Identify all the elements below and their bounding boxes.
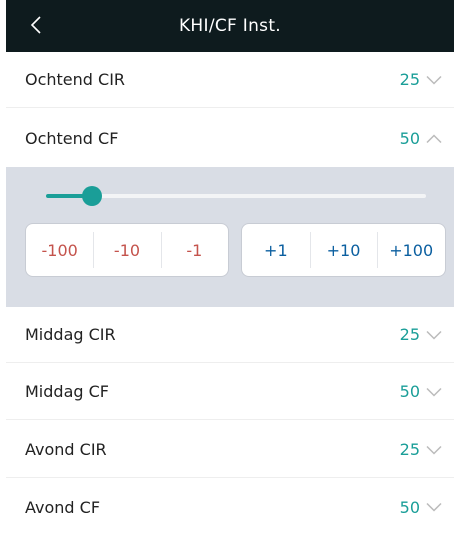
value-adjust-panel: -100 -10 -1 +1 +10 +100 <box>6 167 454 307</box>
slider-track <box>46 194 426 198</box>
setting-row-middag-cir[interactable]: Middag CIR 25 <box>6 307 454 363</box>
increment-100-button[interactable]: +100 <box>377 224 445 276</box>
setting-value: 50 <box>399 497 420 517</box>
chevron-left-icon <box>30 16 41 34</box>
title-bar: KHI/CF Inst. <box>6 0 454 52</box>
decrement-100-button[interactable]: -100 <box>26 224 93 276</box>
increment-1-button[interactable]: +1 <box>242 224 310 276</box>
chevron-down-icon <box>426 499 442 515</box>
setting-value: 25 <box>399 325 420 344</box>
setting-value: 50 <box>399 129 420 148</box>
setting-value: 25 <box>399 440 420 459</box>
decrement-1-button[interactable]: -1 <box>160 224 228 276</box>
setting-row-ochtend-cir[interactable]: Ochtend CIR 25 <box>6 52 454 108</box>
page-title: KHI/CF Inst. <box>178 16 282 36</box>
setting-row-avond-cf[interactable]: Avond CF 50 <box>6 479 454 535</box>
setting-row-ochtend-cf[interactable]: Ochtend CF 50 <box>6 110 454 167</box>
chevron-down-icon <box>426 384 442 400</box>
setting-row-middag-cf[interactable]: Middag CF 50 <box>6 364 454 420</box>
setting-label: Ochtend CIR <box>25 70 126 89</box>
setting-label: Avond CIR <box>25 440 107 459</box>
decrement-button-group: -100 -10 -1 <box>25 223 229 277</box>
decrement-10-button[interactable]: -10 <box>93 224 160 276</box>
slider-thumb[interactable] <box>82 186 102 206</box>
setting-label: Middag CIR <box>25 325 116 344</box>
chevron-up-icon <box>426 131 442 147</box>
setting-label: Middag CF <box>25 382 109 401</box>
increment-button-group: +1 +10 +100 <box>241 223 446 277</box>
setting-label: Avond CF <box>25 497 101 517</box>
setting-value: 25 <box>399 70 420 89</box>
back-button[interactable] <box>22 11 50 39</box>
chevron-down-icon <box>426 327 442 343</box>
chevron-down-icon <box>426 72 442 88</box>
chevron-down-icon <box>426 442 442 458</box>
setting-value: 50 <box>399 382 420 401</box>
increment-10-button[interactable]: +10 <box>309 224 378 276</box>
value-slider[interactable] <box>46 186 426 207</box>
setting-row-avond-cir[interactable]: Avond CIR 25 <box>6 422 454 478</box>
screen: KHI/CF Inst. Ochtend CIR 25 Ochtend CF 5… <box>6 0 454 535</box>
setting-label: Ochtend CF <box>25 129 119 148</box>
